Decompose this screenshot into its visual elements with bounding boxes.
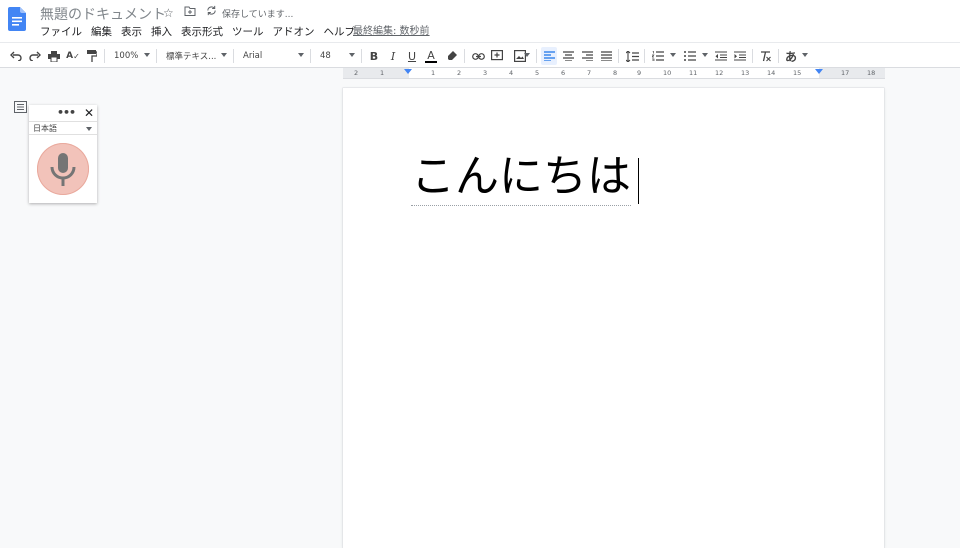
align-left-icon[interactable] <box>541 47 557 65</box>
decrease-indent-icon[interactable] <box>713 47 729 65</box>
language-caret-icon <box>86 127 92 131</box>
microphone-button[interactable] <box>37 143 89 195</box>
line-spacing-icon[interactable] <box>624 47 640 65</box>
zoom-select[interactable]: 100% <box>114 47 138 65</box>
menu-addons[interactable]: アドオン <box>273 25 315 39</box>
bulleted-list-icon[interactable] <box>682 47 698 65</box>
toolbar-divider <box>536 49 537 63</box>
voice-language-label: 日本語 <box>33 124 57 133</box>
document-page[interactable]: こんにちは <box>343 88 884 548</box>
style-caret-icon <box>221 53 227 57</box>
font-size-caret-icon <box>349 53 355 57</box>
ruler-label: 1 <box>380 69 385 77</box>
ruler-label: 3 <box>483 69 488 77</box>
bulleted-list-caret-icon <box>702 53 708 57</box>
ruler-label: 8 <box>613 69 618 77</box>
ruler-label: 9 <box>637 69 642 77</box>
menu-bar: ファイル 編集 表示 挿入 表示形式 ツール アドオン ヘルプ <box>40 25 364 39</box>
spellcheck-icon[interactable]: A ✓ <box>64 47 82 65</box>
ruler-label: 5 <box>535 69 540 77</box>
toolbar-divider <box>464 49 465 63</box>
microphone-icon <box>50 153 76 186</box>
ruler-label: 4 <box>509 69 514 77</box>
align-right-icon[interactable] <box>579 47 595 65</box>
ruler-label: 1 <box>431 69 436 77</box>
voice-typing-panel: ••• ✕ 日本語 <box>29 105 97 203</box>
right-indent-marker[interactable] <box>815 69 823 74</box>
toolbar-divider <box>233 49 234 63</box>
clear-formatting-icon[interactable] <box>758 47 774 65</box>
toolbar-divider <box>618 49 619 63</box>
ruler-label: 15 <box>793 69 802 77</box>
save-status: 保存しています... <box>222 10 294 20</box>
numbered-list-icon[interactable] <box>650 47 666 65</box>
text-color-icon[interactable]: A <box>423 47 439 65</box>
ruler[interactable]: 2 1 1 2 3 4 5 6 7 8 9 10 11 12 13 14 15 … <box>343 68 885 79</box>
docs-logo-icon[interactable] <box>8 7 26 31</box>
voice-language-select[interactable]: 日本語 <box>29 121 97 135</box>
text-cursor <box>638 158 639 204</box>
bold-icon[interactable]: B <box>366 47 382 65</box>
menu-insert[interactable]: 挿入 <box>151 25 172 39</box>
toolbar-divider <box>104 49 105 63</box>
menu-tools[interactable]: ツール <box>232 25 264 39</box>
undo-icon[interactable] <box>7 47 25 65</box>
ruler-label: 10 <box>663 69 672 77</box>
toolbar-divider <box>310 49 311 63</box>
ruler-label: 18 <box>867 69 876 77</box>
increase-indent-icon[interactable] <box>732 47 748 65</box>
document-title[interactable]: 無題のドキュメント <box>40 4 166 24</box>
document-outline-icon[interactable] <box>14 98 27 117</box>
justify-icon[interactable] <box>598 47 614 65</box>
input-tools-caret-icon <box>802 53 808 57</box>
voice-more-icon[interactable]: ••• <box>57 106 76 119</box>
ruler-label: 11 <box>689 69 698 77</box>
toolbar-divider <box>156 49 157 63</box>
menu-file[interactable]: ファイル <box>40 25 82 39</box>
star-icon[interactable]: ☆ <box>163 6 174 20</box>
document-body-text[interactable]: こんにちは <box>411 149 631 206</box>
ruler-label: 13 <box>741 69 750 77</box>
print-icon[interactable] <box>45 47 63 65</box>
menu-format[interactable]: 表示形式 <box>181 25 223 39</box>
insert-comment-icon[interactable] <box>489 47 505 65</box>
menu-help[interactable]: ヘルプ <box>324 25 356 39</box>
move-folder-icon[interactable] <box>184 5 196 20</box>
input-tools-button[interactable]: あ <box>783 47 799 65</box>
toolbar-divider <box>778 49 779 63</box>
voice-close-icon[interactable]: ✕ <box>84 106 94 120</box>
italic-icon[interactable]: I <box>385 47 401 65</box>
font-size-select[interactable]: 48 <box>320 47 331 65</box>
redo-icon[interactable] <box>26 47 44 65</box>
ruler-label: 17 <box>841 69 850 77</box>
insert-link-icon[interactable] <box>470 47 486 65</box>
highlight-icon[interactable] <box>444 47 460 65</box>
app-header: 無題のドキュメント ☆ 保存しています... ファイル 編集 表示 挿入 表示形… <box>0 0 960 42</box>
ruler-label: 2 <box>354 69 359 77</box>
menu-edit[interactable]: 編集 <box>91 25 112 39</box>
toolbar-divider <box>361 49 362 63</box>
ruler-label: 7 <box>587 69 592 77</box>
paint-format-icon[interactable] <box>83 47 101 65</box>
ruler-margin-left <box>343 68 409 78</box>
ruler-label: 12 <box>715 69 724 77</box>
zoom-caret-icon <box>144 53 150 57</box>
toolbar-divider <box>752 49 753 63</box>
menu-view[interactable]: 表示 <box>121 25 142 39</box>
left-indent-marker[interactable] <box>404 69 412 74</box>
ruler-label: 6 <box>561 69 566 77</box>
numbered-list-caret-icon <box>670 53 676 57</box>
last-edit-link[interactable]: 最終編集: 数秒前 <box>353 25 430 39</box>
toolbar-divider <box>644 49 645 63</box>
font-caret-icon <box>298 53 304 57</box>
font-select[interactable]: Arial <box>243 47 262 65</box>
paragraph-style-select[interactable]: 標準テキス... <box>166 47 216 65</box>
ruler-label: 2 <box>457 69 462 77</box>
toolbar: A ✓ 100% 標準テキス... Arial 48 B I U A あ <box>0 42 960 68</box>
image-caret-icon <box>524 53 530 57</box>
sync-icon <box>206 5 217 19</box>
align-center-icon[interactable] <box>560 47 576 65</box>
underline-icon[interactable]: U <box>404 47 420 65</box>
ruler-label: 14 <box>767 69 776 77</box>
